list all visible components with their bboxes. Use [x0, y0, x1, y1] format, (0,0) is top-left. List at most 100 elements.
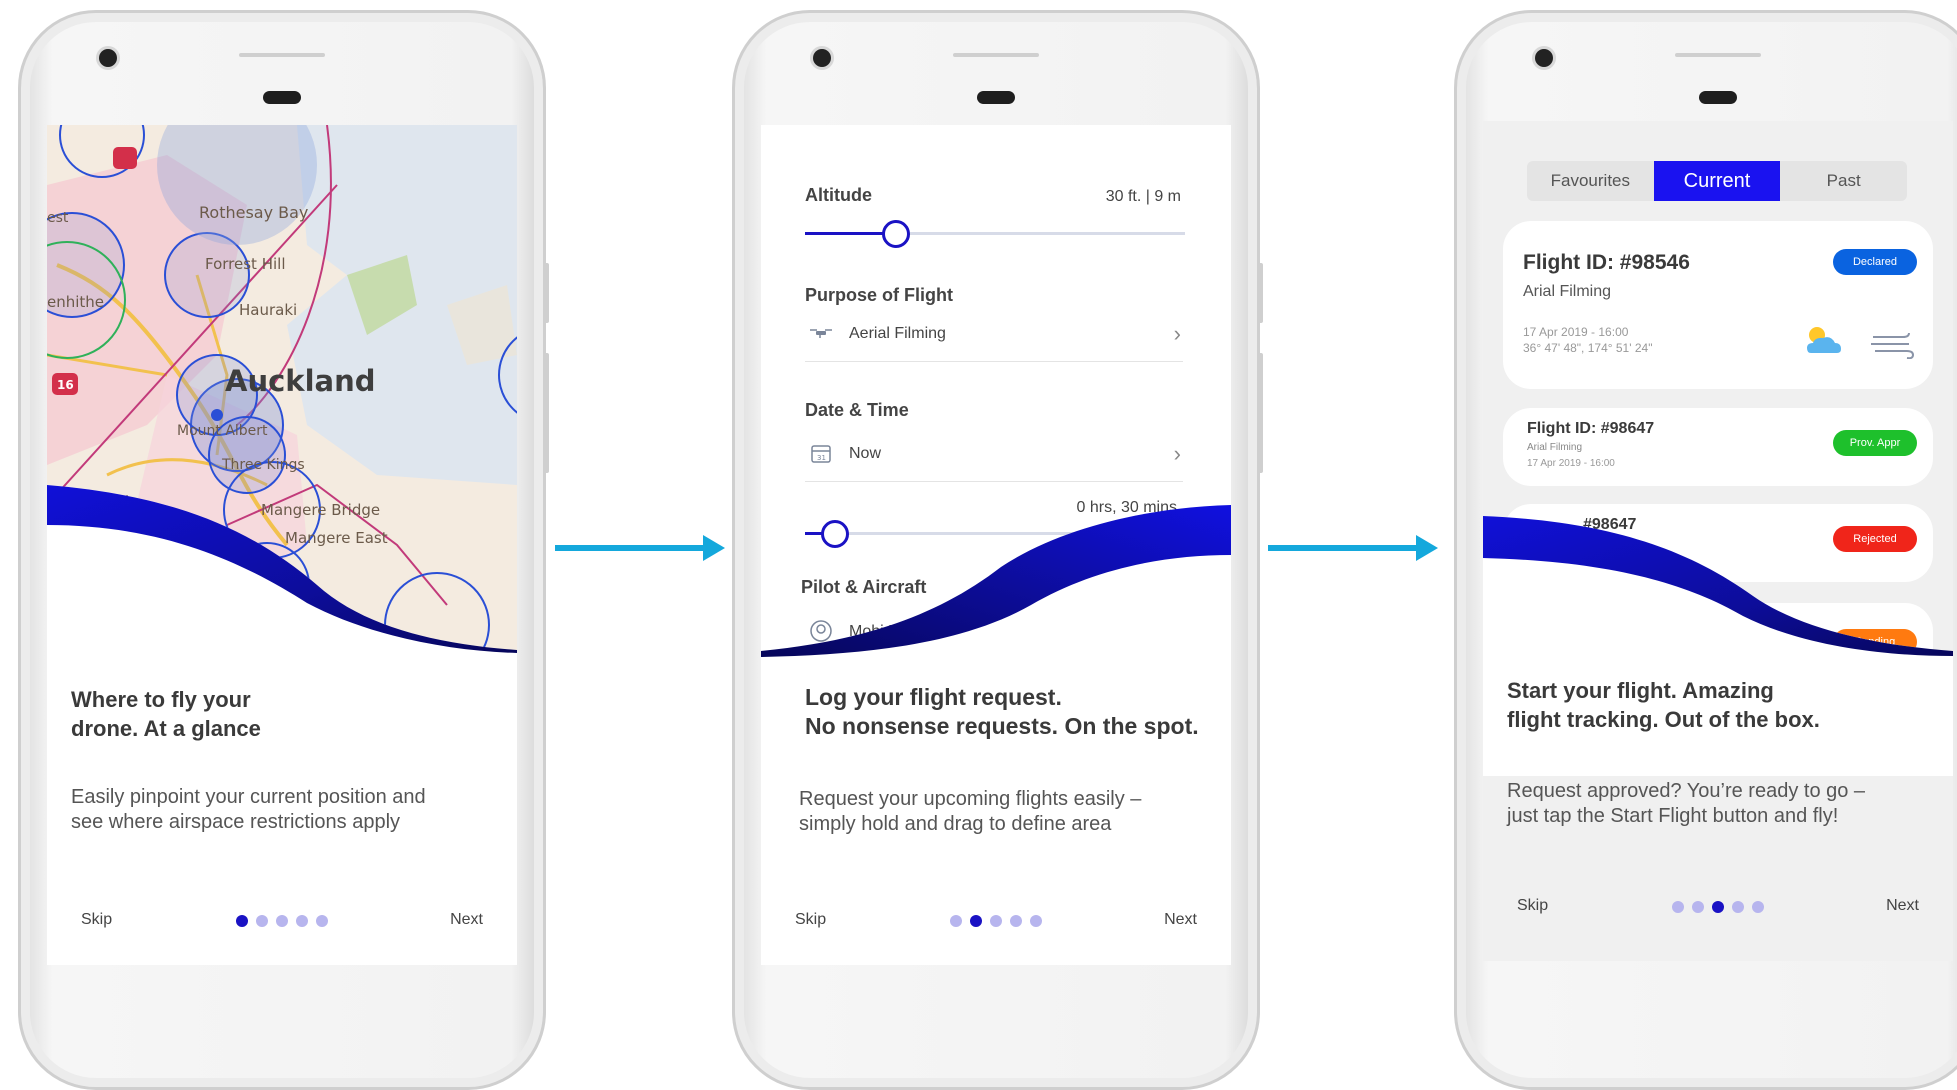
page-dot[interactable] [950, 915, 962, 927]
page-indicator [950, 915, 1042, 927]
altitude-slider[interactable] [805, 220, 1185, 248]
flight-card[interactable]: Flight ID: #98647 Arial Filming 17 Apr 2… [1503, 408, 1933, 486]
power-button [1258, 353, 1263, 473]
tab-favourites[interactable]: Favourites [1527, 161, 1654, 201]
altitude-value: 30 ft. | 9 m [1105, 188, 1181, 205]
page-dot[interactable] [276, 915, 288, 927]
headline-line-1: Log your flight request. [805, 684, 1062, 710]
page-dot[interactable] [256, 915, 268, 927]
skip-button[interactable]: Skip [1517, 897, 1548, 915]
purpose-label: Purpose of Flight [805, 285, 953, 305]
wind-icon [1871, 332, 1915, 359]
description-line-2: see where airspace restrictions apply [71, 811, 401, 833]
map-label-auckland: Auckland [225, 364, 375, 398]
chevron-right-icon: › [1173, 321, 1181, 346]
page-dot[interactable] [970, 915, 982, 927]
headline-line-2: flight tracking. Out of the box. [1507, 707, 1820, 732]
calendar-icon: 31 [811, 445, 831, 463]
headline-line-1: Start your flight. Amazing [1507, 678, 1774, 703]
flight-id: Flight ID: #98546 [1523, 251, 1690, 274]
wave-decoration [47, 485, 517, 685]
datetime-label: Date & Time [805, 400, 909, 420]
next-button[interactable]: Next [1886, 897, 1919, 915]
onboarding-headline: Where to fly your drone. At a glance [71, 685, 261, 743]
onboarding-screen-map: Rothesay Bay Forrest Hill Hauraki Auckla… [47, 125, 517, 965]
flight-card[interactable]: Flight ID: #98546 Arial Filming 17 Apr 2… [1503, 221, 1933, 389]
chevron-right-icon: › [1173, 441, 1181, 466]
flight-datetime: 17 Apr 2019 - 16:00 [1527, 458, 1615, 469]
purpose-value: Aerial Filming [849, 325, 946, 342]
phone-frame-2: Altitude 30 ft. | 9 m Purpose of Flight … [732, 10, 1263, 1090]
onboarding-description: Request your upcoming flights easily – s… [799, 787, 1141, 837]
earpiece [1699, 91, 1737, 104]
speaker-grille [953, 53, 1039, 57]
map-label-rothesay: Rothesay Bay [199, 203, 308, 222]
page-dot[interactable] [296, 915, 308, 927]
status-badge: Prov. Appr [1833, 430, 1917, 456]
page-indicator [236, 915, 328, 927]
flight-id: Flight ID: #98647 [1527, 420, 1655, 437]
headline-line-2: No nonsense requests. On the spot. [805, 713, 1199, 739]
wave-decoration [1483, 516, 1953, 776]
phone-frame-3: Favourites Current Past Flight ID: #9854… [1454, 10, 1957, 1090]
map-label-enhithe: enhithe [47, 293, 104, 311]
description-line-2: simply hold and drag to define area [799, 813, 1112, 835]
flight-datetime: 17 Apr 2019 - 16:00 [1523, 325, 1629, 339]
tab-current[interactable]: Current [1653, 161, 1781, 201]
datetime-value: Now [849, 445, 882, 462]
altitude-slider-knob[interactable] [882, 220, 911, 248]
flight-tabs: Favourites Current Past [1527, 161, 1907, 201]
onboarding-footer: Skip Next [47, 907, 517, 937]
page-dot[interactable] [1672, 901, 1684, 913]
page-dot[interactable] [1010, 915, 1022, 927]
page-dot[interactable] [1692, 901, 1704, 913]
map-label-hauraki: Hauraki [239, 301, 297, 319]
page-dot[interactable] [316, 915, 328, 927]
speaker-grille [1675, 53, 1761, 57]
map-label-est: est [47, 210, 69, 226]
page-dot[interactable] [1752, 901, 1764, 913]
onboarding-description: Request approved? You’re ready to go – j… [1507, 779, 1865, 829]
onboarding-headline: Start your flight. Amazing flight tracki… [1507, 676, 1820, 734]
page-dot[interactable] [1732, 901, 1744, 913]
map-label-forrest: Forrest Hill [205, 255, 286, 273]
front-camera [813, 49, 831, 67]
page-dot[interactable] [990, 915, 1002, 927]
page-dot[interactable] [1712, 901, 1724, 913]
speaker-grille [239, 53, 325, 57]
headline-line-1: Where to fly your [71, 687, 251, 712]
description-line-1: Request approved? You’re ready to go – [1507, 780, 1866, 802]
next-button[interactable]: Next [450, 911, 483, 929]
volume-button [544, 263, 549, 323]
description-line-2: just tap the Start Flight button and fly… [1507, 805, 1839, 827]
purpose-selector[interactable]: Aerial Filming › [805, 317, 1183, 362]
drone-icon [810, 329, 832, 338]
front-camera [1535, 49, 1553, 67]
description-line-1: Request your upcoming flights easily – [799, 788, 1142, 810]
page-dot[interactable] [1030, 915, 1042, 927]
page-indicator [1672, 901, 1764, 913]
wave-decoration [761, 505, 1231, 675]
svg-text:31: 31 [817, 454, 826, 462]
onboarding-screen-request: Altitude 30 ft. | 9 m Purpose of Flight … [761, 125, 1231, 965]
description-line-1: Easily pinpoint your current position an… [71, 786, 426, 808]
map-label-mount-albert: Mount Albert [177, 423, 268, 439]
power-button [544, 353, 549, 473]
skip-button[interactable]: Skip [81, 911, 112, 929]
phone-frame-1: Rothesay Bay Forrest Hill Hauraki Auckla… [18, 10, 549, 1090]
status-badge: Declared [1833, 249, 1917, 275]
map-label-three-kings: Three Kings [221, 457, 305, 473]
partly-sunny-icon [1807, 327, 1841, 353]
headline-line-2: drone. At a glance [71, 716, 261, 741]
skip-button[interactable]: Skip [795, 911, 826, 929]
onboarding-footer: Skip Next [761, 907, 1231, 937]
flow-arrow-1 [555, 535, 725, 561]
next-button[interactable]: Next [1164, 911, 1197, 929]
earpiece [263, 91, 301, 104]
tab-past[interactable]: Past [1780, 161, 1907, 201]
flight-purpose: Arial Filming [1523, 283, 1612, 300]
volume-button [1258, 263, 1263, 323]
datetime-selector[interactable]: 31 Now › [805, 437, 1183, 482]
front-camera [99, 49, 117, 67]
page-dot[interactable] [236, 915, 248, 927]
